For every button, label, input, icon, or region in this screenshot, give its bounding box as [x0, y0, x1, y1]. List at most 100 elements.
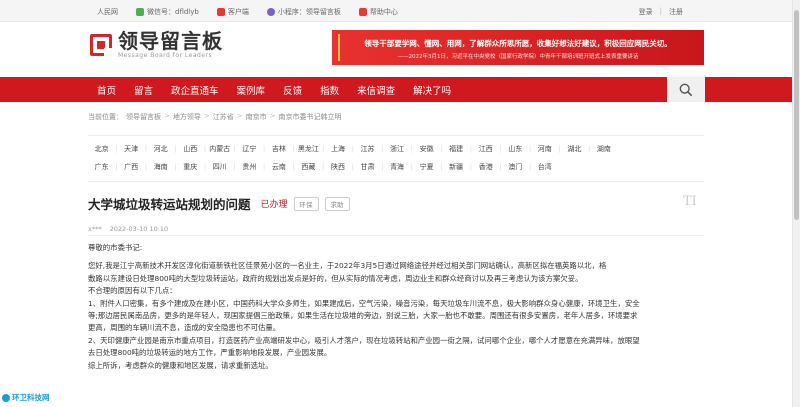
top-bar: 人民网 微信号：dfldlyb 客户端 小程序：领导留言板 帮助中心 登录 | … [0, 0, 800, 22]
top-links: 人民网 微信号：dfldlyb 客户端 小程序：领导留言板 帮助中心 [97, 7, 398, 17]
tag-help[interactable]: 求助 [324, 196, 350, 211]
region-link[interactable]: 江西 [472, 144, 499, 154]
article-title: 大学城垃圾转运站规划的问题 [88, 197, 251, 212]
region-link[interactable]: 重庆 [177, 162, 204, 172]
region-link[interactable]: 广西 [118, 162, 145, 172]
register-link[interactable]: 注册 [669, 7, 683, 17]
banner-headline: 领导干部要学网、懂网、用网，了解群众所思所愿，收集好想法好建议，积极回应网民关切… [364, 39, 672, 48]
article-header: 大学城垃圾转运站规划的问题 已办理 环保 求助 [88, 194, 350, 213]
author: x*** [88, 225, 102, 233]
region-link[interactable]: 内蒙古 [206, 144, 233, 154]
auth-links: 登录 | 注册 [639, 7, 683, 17]
region-link[interactable]: 云南 [265, 162, 292, 172]
breadcrumb-item[interactable]: 江苏省 [213, 112, 234, 122]
article-body: 尊敬的市委书记: 您好,我是江宁高新技术开发区淳化街道新铁社区佳景苑小区的一名业… [88, 242, 706, 372]
article-mark: TI [683, 194, 697, 209]
breadcrumb-separator: > [164, 112, 170, 120]
region-link[interactable]: 甘肃 [354, 162, 381, 172]
region-link[interactable]: 北京 [88, 144, 115, 154]
region-link[interactable]: 广东 [88, 162, 115, 172]
body-line: 您好,我是江宁高新技术开发区淳化街道新铁社区佳景苑小区的一名业主，于2022年3… [88, 261, 607, 271]
region-link[interactable]: 西藏 [295, 162, 322, 172]
body-line: 敷路以东建设日处理800吨的大型垃圾转运站，政府的规划出发点是好的，但从实际的情… [88, 273, 583, 283]
site-logo[interactable]: 领导留言板 Message Board for Leaders [90, 30, 223, 59]
top-link-help[interactable]: 帮助中心 [358, 7, 398, 17]
region-link[interactable]: 陕西 [324, 162, 351, 172]
breadcrumb-separator: > [236, 112, 243, 120]
logo-subtitle: Message Board for Leaders [118, 52, 213, 59]
region-link[interactable]: 宁夏 [413, 162, 440, 172]
page-scrollbar[interactable] [792, 0, 800, 407]
region-link[interactable]: 新疆 [443, 162, 470, 172]
nav-cases[interactable]: 案例库 [228, 83, 275, 97]
watermark-logo-icon [2, 393, 10, 402]
region-link[interactable]: 澳门 [502, 162, 529, 172]
logo-icon [90, 33, 112, 56]
region-link[interactable]: 上海 [324, 144, 351, 154]
region-link[interactable]: 山东 [502, 144, 529, 154]
logo-title: 领导留言板 [118, 29, 223, 53]
banner-decoration [338, 34, 350, 61]
region-link[interactable]: 辽宁 [236, 144, 263, 154]
region-link[interactable]: 台湾 [531, 162, 558, 172]
phone-icon [216, 8, 225, 16]
breadcrumb-item-current[interactable]: 南京市委书记韩立明 [279, 112, 342, 122]
login-link[interactable]: 登录 [639, 7, 653, 17]
breadcrumb-label: 当前位置： [88, 113, 123, 121]
nav-enterprise[interactable]: 政企直通车 [162, 83, 228, 97]
nav-solved[interactable]: 解决了吗 [404, 83, 460, 97]
body-line: 2、天印健康产业园是南京市重点项目，打造医药产业高端研发中心，吸引人才落户，现在… [88, 335, 640, 345]
region-row: 广东 | 广西 | 海南 | 重庆 | 四川 | 贵州 | 云南 | 西藏 | 陕西 | 甘肃 | 青海 | 宁夏 | 新疆 | 香… [88, 158, 704, 176]
article-meta: x*** 2022-03-10 10:10 [88, 225, 168, 233]
banner-caption: ——2022年3月1日，习近平在中央党校（国家行政学院）中青年干部培训班开班式上… [397, 54, 639, 60]
region-row: 北京 | 天津 | 河北 | 山西 | 内蒙古 | 辽宁 | 吉林 | 黑龙江 | 上海 | 江苏 | 浙江 | 安徽 | 福建… [88, 140, 704, 158]
region-link[interactable]: 天津 [118, 144, 145, 154]
tag-environment[interactable]: 环保 [293, 196, 319, 211]
region-link[interactable]: 黑龙江 [295, 144, 322, 154]
top-link-miniprogram[interactable]: 小程序：领导留言板 [266, 7, 341, 17]
body-line: 更高，周围的车辆川流不息，造成的安全隐患也不可估量。 [88, 323, 281, 333]
region-link[interactable]: 海南 [147, 162, 174, 172]
auth-separator: | [659, 7, 662, 15]
region-link[interactable]: 吉林 [265, 144, 292, 154]
body-line: 1、附件人口密集，有多个建成及在建小区，中国药科大学众多师生，如果建成后，空气污… [88, 298, 640, 308]
region-link[interactable]: 浙江 [383, 144, 410, 154]
help-icon [358, 8, 367, 16]
wechat-icon [136, 8, 144, 16]
body-line: 去日处理800吨的垃圾转运的地方工作，严重影响地段发展，产业园发展。 [88, 348, 332, 358]
region-link[interactable]: 湖北 [561, 144, 588, 154]
region-link[interactable]: 江苏 [354, 144, 381, 154]
scrollbar-thumb[interactable] [794, 10, 799, 220]
top-link-wechat[interactable]: 微信号：dfldlyb [136, 7, 199, 17]
region-link[interactable]: 河南 [531, 144, 558, 154]
salutation: 尊敬的市委书记: [88, 243, 143, 252]
region-link[interactable]: 贵州 [236, 162, 263, 172]
top-link-people[interactable]: 人民网 [97, 7, 118, 17]
nav-feedback[interactable]: 反馈 [274, 83, 311, 97]
region-link[interactable]: 湖南 [590, 144, 617, 154]
region-selector: 北京 | 天津 | 河北 | 山西 | 内蒙古 | 辽宁 | 吉林 | 黑龙江 | 上海 | 江苏 | 浙江 | 安徽 | 福建… [88, 135, 704, 176]
region-link[interactable]: 河北 [147, 144, 174, 154]
breadcrumb-separator: > [269, 112, 276, 120]
nav-survey[interactable]: 来信调查 [348, 83, 404, 97]
region-link[interactable]: 福建 [443, 144, 470, 154]
region-link[interactable]: 山西 [177, 144, 204, 154]
region-link[interactable]: 安徽 [413, 144, 440, 154]
nav-home[interactable]: 首页 [88, 83, 125, 97]
region-link[interactable]: 青海 [383, 162, 410, 172]
meta-divider [88, 235, 704, 236]
timestamp: 2022-03-10 10:10 [109, 225, 169, 233]
breadcrumb-item[interactable]: 地方领导 [173, 112, 201, 122]
search-button[interactable] [667, 77, 705, 102]
nav-index[interactable]: 指数 [311, 83, 348, 97]
section-divider [88, 181, 704, 182]
nav-message[interactable]: 留言 [125, 83, 162, 97]
top-link-app[interactable]: 客户端 [216, 7, 249, 17]
breadcrumb-item[interactable]: 领导留言板 [126, 112, 161, 122]
region-link[interactable]: 香港 [472, 162, 499, 172]
status-badge: 已办理 [260, 200, 288, 210]
watermark: 环卫科技网 [2, 392, 50, 403]
header-banner[interactable]: 领导干部要学网、懂网、用网，了解群众所思所愿，收集好想法好建议，积极回应网民关切… [332, 30, 704, 65]
breadcrumb-item[interactable]: 南京市 [246, 112, 267, 122]
region-link[interactable]: 四川 [206, 162, 233, 172]
